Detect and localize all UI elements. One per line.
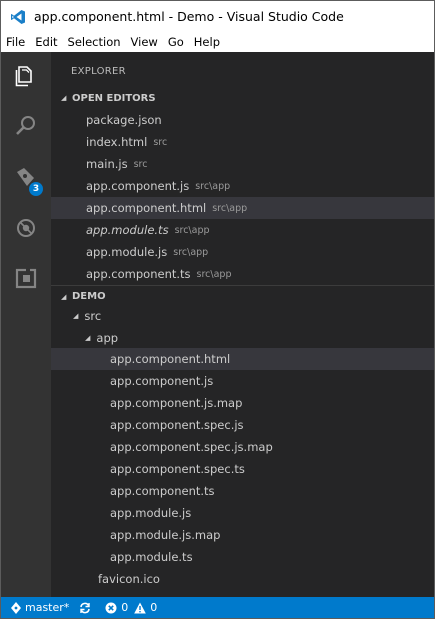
git-branch-icon [11,601,21,614]
warning-icon [134,602,147,613]
title-bar: app.component.html - Demo - Visual Studi… [1,1,434,32]
file-name: app.module.js [110,506,192,520]
file-name: main.js [86,157,128,171]
sidebar-title: EXPLORER [71,66,126,77]
open-editors-header[interactable]: ◢ OPEN EDITORS [51,87,434,109]
file-path: src\app [195,180,231,192]
menu-help[interactable]: Help [189,35,225,49]
explorer-icon[interactable] [1,54,51,98]
tree-file[interactable]: app.component.spec.js.map [51,436,434,458]
menu-file[interactable]: File [1,35,30,49]
file-name: app.component.js [86,179,190,193]
folder-src[interactable]: ◢ src [51,305,434,327]
folder-name: src [84,309,102,323]
file-name: app.component.js.map [110,396,243,410]
tree-file[interactable]: app.component.spec.js [51,414,434,436]
tree-file[interactable]: app.component.js [51,370,434,392]
tree-file[interactable]: app.component.spec.ts [51,458,434,480]
file-name: app.component.html [86,201,207,215]
debug-icon[interactable] [1,206,51,250]
open-editor-item[interactable]: package.json [51,109,434,131]
chevron-down-icon: ◢ [61,292,67,301]
file-name: favicon.ico [98,572,160,586]
menu-selection[interactable]: Selection [63,35,126,49]
chevron-down-icon: ◢ [85,334,91,342]
open-editor-item[interactable]: app.component.js src\app [51,175,434,197]
tree-file-selected[interactable]: app.component.html [51,348,434,370]
open-editor-item[interactable]: index.html src [51,131,434,153]
open-editor-item[interactable]: app.module.ts src\app [51,219,434,241]
file-name: app.module.ts [86,223,169,237]
menu-go[interactable]: Go [163,35,189,49]
vscode-window: app.component.html - Demo - Visual Studi… [0,0,435,619]
file-name: package.json [86,113,162,127]
tree-file[interactable]: favicon.ico [51,568,434,590]
file-name: app.component.html [110,352,231,366]
warning-count: 0 [150,601,158,614]
file-name: app.component.spec.js.map [110,440,273,454]
menu-view[interactable]: View [126,35,163,49]
error-icon [105,602,117,613]
file-name: app.module.js.map [110,528,221,542]
folder-name: app [96,331,119,345]
open-editor-item[interactable]: main.js src [51,153,434,175]
tree-file[interactable]: app.module.ts [51,546,434,568]
menu-bar: File Edit Selection View Go Help [1,32,434,52]
search-icon[interactable] [1,104,51,148]
activity-bar: 3 [1,52,51,597]
chevron-down-icon: ◢ [61,94,67,102]
status-bar: master* 0 0 [1,597,434,618]
source-control-badge: 3 [29,182,43,196]
tree-file[interactable]: app.module.js.map [51,524,434,546]
file-name: app.component.js [110,374,214,388]
sync-icon [80,602,91,613]
error-count: 0 [121,601,129,614]
file-name: app.component.ts [86,267,191,281]
file-name: app.module.ts [110,550,193,564]
workspace-header[interactable]: ◢ DEMO [51,285,434,307]
file-name: index.html [86,135,148,149]
folder-app[interactable]: ◢ app [51,327,434,349]
file-path: src\app [196,268,232,280]
tree-file[interactable]: app.component.ts [51,480,434,502]
file-path: src\app [212,202,248,214]
chevron-down-icon: ◢ [73,312,79,320]
sync-button[interactable] [79,602,95,614]
file-path: src [133,158,148,170]
menu-edit[interactable]: Edit [30,35,62,49]
branch-name: master* [25,601,70,614]
branch-indicator[interactable]: master* [11,601,69,614]
window-title: app.component.html - Demo - Visual Studi… [34,9,344,24]
file-name: app.module.js [86,245,168,259]
source-control-icon[interactable]: 3 [1,156,51,200]
file-name: app.component.spec.ts [110,462,245,476]
file-path: src [153,136,168,148]
explorer-sidebar: EXPLORER ◢ OPEN EDITORS package.json ind… [51,52,434,597]
tree-file[interactable]: app.component.js.map [51,392,434,414]
tree-file[interactable]: app.module.js [51,502,434,524]
file-name: app.component.ts [110,484,215,498]
file-path: src\app [173,246,209,258]
file-path: src\app [174,224,210,236]
open-editor-item[interactable]: app.component.ts src\app [51,263,434,285]
open-editor-item[interactable]: app.module.js src\app [51,241,434,263]
open-editor-item-selected[interactable]: app.component.html src\app [51,197,434,219]
extensions-icon[interactable] [1,256,51,300]
file-name: app.component.spec.js [110,418,244,432]
vscode-logo-icon [9,8,27,26]
problems-indicator[interactable]: 0 0 [105,601,157,614]
